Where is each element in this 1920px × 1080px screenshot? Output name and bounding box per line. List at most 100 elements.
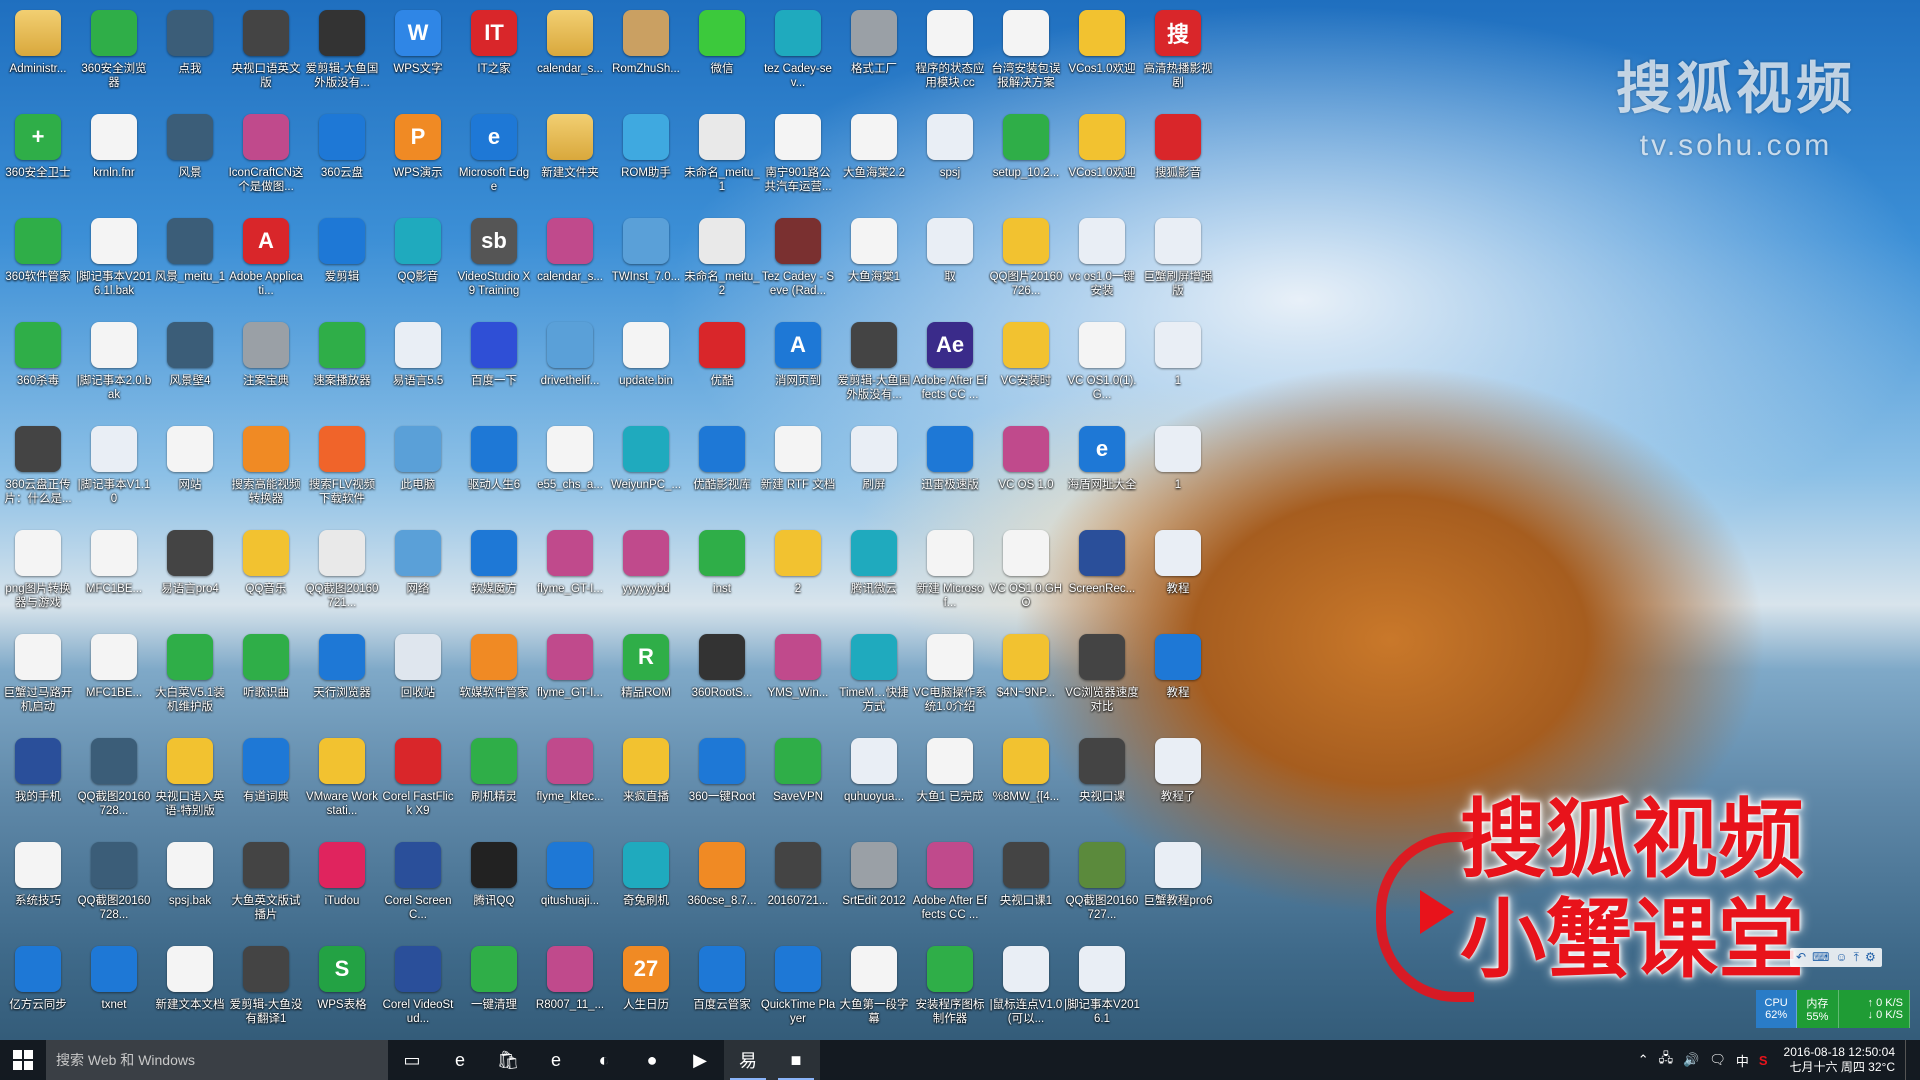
desktop-icon[interactable]: 软媒软件管家 bbox=[456, 630, 532, 732]
undo-icon[interactable]: ↶ bbox=[1796, 950, 1806, 965]
desktop-icon[interactable]: 爱剪辑-大鱼国外版没有... bbox=[304, 6, 380, 108]
desktop-icon[interactable]: 驱动人生6 bbox=[456, 422, 532, 524]
desktop-icon[interactable]: calendar_s... bbox=[532, 6, 608, 108]
desktop-icon[interactable]: 大鱼第一段字幕 bbox=[836, 942, 912, 1044]
desktop-icon[interactable]: 此电脑 bbox=[380, 422, 456, 524]
desktop-icon[interactable]: flyme_kltec... bbox=[532, 734, 608, 836]
desktop-icon[interactable]: e 海盾网址大全 bbox=[1064, 422, 1140, 524]
desktop-icon[interactable]: 大鱼海棠2.2 bbox=[836, 110, 912, 212]
desktop-icon[interactable]: 巨蟹过马路开机启动 bbox=[0, 630, 76, 732]
desktop-icon[interactable]: tez Cadey-sev... bbox=[760, 6, 836, 108]
desktop-icon[interactable]: QQ截图20160728... bbox=[76, 838, 152, 940]
desktop-icon[interactable]: 取 bbox=[912, 214, 988, 316]
desktop-icon[interactable]: qitushuaji... bbox=[532, 838, 608, 940]
volume-icon[interactable]: 🔊 bbox=[1683, 1052, 1699, 1068]
desktop-icon[interactable]: 360杀毒 bbox=[0, 318, 76, 420]
desktop-icon[interactable]: 微信 bbox=[684, 6, 760, 108]
desktop-icon[interactable]: vc os1.0一键安装 bbox=[1064, 214, 1140, 316]
desktop-icon[interactable]: 未命名_meitu_2 bbox=[684, 214, 760, 316]
desktop-icon[interactable]: VMware Workstati... bbox=[304, 734, 380, 836]
desktop-icon[interactable]: 奇兔刷机 bbox=[608, 838, 684, 940]
desktop-icon[interactable]: 巨蟹刷屏增强版 bbox=[1140, 214, 1216, 316]
desktop-icon[interactable]: 教程了 bbox=[1140, 734, 1216, 836]
task-view-icon[interactable]: ▭ bbox=[388, 1040, 436, 1080]
tray-chevron-icon[interactable]: ⌃ bbox=[1638, 1052, 1649, 1068]
desktop-icon[interactable]: VC浏览器速度对比 bbox=[1064, 630, 1140, 732]
clock[interactable]: 2016-08-18 12:50:04 七月十六 周四 32°C bbox=[1778, 1045, 1895, 1075]
desktop-icon[interactable]: spsj.bak bbox=[152, 838, 228, 940]
desktop-icon[interactable]: Adobe After Effects CC ... bbox=[912, 838, 988, 940]
desktop-icon[interactable]: Administr... bbox=[0, 6, 76, 108]
desktop-icon[interactable]: 大鱼海棠1 bbox=[836, 214, 912, 316]
desktop-icon[interactable]: 搜索高能视频转换器 bbox=[228, 422, 304, 524]
desktop-icon[interactable]: VC OS1.0.GHO bbox=[988, 526, 1064, 628]
desktop-icon[interactable]: 新建文本文档 bbox=[152, 942, 228, 1044]
desktop-icon[interactable]: TWInst_7.0... bbox=[608, 214, 684, 316]
desktop-icon[interactable]: krnln.fnr bbox=[76, 110, 152, 212]
desktop-icon[interactable]: 刷屏 bbox=[836, 422, 912, 524]
desktop-icon[interactable]: QQ截图20160721... bbox=[304, 526, 380, 628]
start-button[interactable] bbox=[0, 1040, 46, 1080]
browser-icon[interactable]: ◐ bbox=[580, 1040, 628, 1080]
desktop-icon[interactable]: e55_chs_a... bbox=[532, 422, 608, 524]
desktop-icon[interactable]: RomZhuSh... bbox=[608, 6, 684, 108]
desktop-icon[interactable]: 巨蟹教程pro6 bbox=[1140, 838, 1216, 940]
desktop-icon[interactable]: 注案宝典 bbox=[228, 318, 304, 420]
desktop-icon[interactable]: |鼠标连点V1.0(可以... bbox=[988, 942, 1064, 1044]
sogou-ime-icon[interactable]: S bbox=[1759, 1053, 1768, 1068]
desktop-icon[interactable]: QQ截图20160728... bbox=[76, 734, 152, 836]
desktop-icon[interactable]: A Adobe Applicati... bbox=[228, 214, 304, 316]
desktop-icon[interactable]: W WPS文字 bbox=[380, 6, 456, 108]
desktop-icon[interactable]: $4N~9NP... bbox=[988, 630, 1064, 732]
desktop-icon[interactable]: TimeM…快捷方式 bbox=[836, 630, 912, 732]
desktop-icon[interactable]: 优酷影视库 bbox=[684, 422, 760, 524]
desktop-icon[interactable]: P WPS演示 bbox=[380, 110, 456, 212]
desktop-icon[interactable]: Corel FastFlick X9 bbox=[380, 734, 456, 836]
desktop-icon[interactable]: |脚记事本V2016.1 bbox=[1064, 942, 1140, 1044]
desktop-icon[interactable]: sb VideoStudio X9 Training bbox=[456, 214, 532, 316]
desktop-icon[interactable]: 台湾安装包误报解决方案 bbox=[988, 6, 1064, 108]
action-center-icon[interactable]: 🗨 bbox=[1709, 1052, 1726, 1068]
desktop-icon[interactable]: 腾讯QQ bbox=[456, 838, 532, 940]
desktop-icon[interactable]: 来疯直播 bbox=[608, 734, 684, 836]
desktop-icon[interactable]: 安装程序图标制作器 bbox=[912, 942, 988, 1044]
desktop-icon[interactable]: 央视口语入英语-特别版 bbox=[152, 734, 228, 836]
desktop-icon[interactable]: 360安全浏览器 bbox=[76, 6, 152, 108]
desktop-icon[interactable]: update.bin bbox=[608, 318, 684, 420]
desktop-icon[interactable]: calendar_s... bbox=[532, 214, 608, 316]
desktop-icon[interactable]: txnet bbox=[76, 942, 152, 1044]
desktop-icon[interactable]: setup_10.2... bbox=[988, 110, 1064, 212]
desktop-icon[interactable]: 风景壁4 bbox=[152, 318, 228, 420]
desktop-icon[interactable]: Corel VideoStud... bbox=[380, 942, 456, 1044]
desktop-icon[interactable]: %8MW_{[4... bbox=[988, 734, 1064, 836]
desktop-icon[interactable]: S WPS表格 bbox=[304, 942, 380, 1044]
desktop-icon[interactable]: 软媒魔方 bbox=[456, 526, 532, 628]
desktop-icon[interactable]: 新建文件夹 bbox=[532, 110, 608, 212]
desktop-icon[interactable]: 1 bbox=[1140, 318, 1216, 420]
desktop-icon[interactable]: QuickTime Player bbox=[760, 942, 836, 1044]
desktop-icon[interactable]: 爱剪辑-大鱼没有翻译1 bbox=[228, 942, 304, 1044]
edge-icon[interactable]: e bbox=[436, 1040, 484, 1080]
sohu-player-icon[interactable]: ▶ bbox=[676, 1040, 724, 1080]
desktop-icon[interactable]: IT IT之家 bbox=[456, 6, 532, 108]
desktop-icon[interactable]: 360云盘正传片：什么是... bbox=[0, 422, 76, 524]
recorder-icon[interactable]: ■ bbox=[772, 1040, 820, 1080]
desktop-icon[interactable]: 腾讯微云 bbox=[836, 526, 912, 628]
desktop-icon[interactable]: R8007_11_... bbox=[532, 942, 608, 1044]
floating-toolbar[interactable]: ↶ ⌨ ☺ ⤒ ⚙ bbox=[1790, 948, 1882, 967]
desktop-icon[interactable]: 易语言5.5 bbox=[380, 318, 456, 420]
desktop-icon[interactable]: VCos1.0欢迎 bbox=[1064, 6, 1140, 108]
desktop-icon[interactable]: VC电脑操作系统1.0介绍 bbox=[912, 630, 988, 732]
desktop-icon[interactable]: 点我 bbox=[152, 6, 228, 108]
desktop-icon[interactable]: quhuoyua... bbox=[836, 734, 912, 836]
search-input[interactable]: 搜索 Web 和 Windows bbox=[46, 1040, 388, 1080]
desktop-icon[interactable]: 360一键Root bbox=[684, 734, 760, 836]
desktop-icon[interactable]: flyme_GT-I... bbox=[532, 630, 608, 732]
desktop-icon[interactable]: ROM助手 bbox=[608, 110, 684, 212]
desktop-icon[interactable]: 爱剪辑-大鱼国外版没有... bbox=[836, 318, 912, 420]
desktop-icon[interactable]: 新建 Microsof... bbox=[912, 526, 988, 628]
desktop-icon[interactable]: 百度云管家 bbox=[684, 942, 760, 1044]
desktop-icon[interactable]: 1 bbox=[1140, 422, 1216, 524]
desktop-icon[interactable]: R 精品ROM bbox=[608, 630, 684, 732]
desktop-icon[interactable]: 优酷 bbox=[684, 318, 760, 420]
